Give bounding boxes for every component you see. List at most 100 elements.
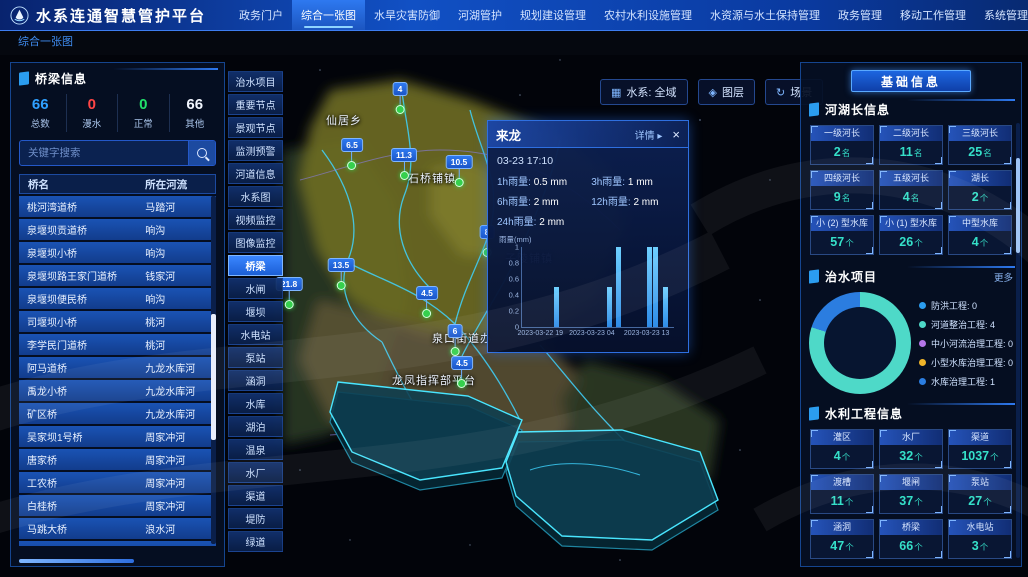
map-marker[interactable]: 10.5 — [446, 155, 473, 187]
card-label: 二级河长 — [880, 126, 942, 141]
layer-menu-item[interactable]: 图像监控 — [228, 232, 283, 253]
facilities-header: 水利工程信息 — [801, 398, 1021, 427]
table-scrollbar-thumb[interactable] — [211, 314, 216, 439]
layer-menu-item[interactable]: 绿道 — [228, 531, 283, 552]
legend-item: 中小河流治理工程: 0 — [919, 337, 1013, 350]
map-toolbar-button[interactable]: ▦水系: 全域 — [600, 79, 688, 105]
marker-pin-icon — [422, 309, 431, 318]
map-marker[interactable]: 13.5 — [328, 258, 355, 290]
metric-value: 1 mm — [628, 177, 653, 188]
layer-menu-item[interactable]: 涵洞 — [228, 370, 283, 391]
card-value: 4个 — [949, 231, 1011, 254]
map-marker[interactable]: 4.5 — [416, 286, 438, 318]
nav-item[interactable]: 水资源与水土保持管理 — [701, 0, 829, 30]
chart-x-tick: 2023-03-23 13 — [624, 330, 670, 337]
bridge-table-row[interactable]: 白桂桥周家冲河 — [19, 495, 216, 516]
bridge-table-row[interactable]: 禹龙小桥九龙水库河 — [19, 380, 216, 401]
search-button[interactable] — [188, 141, 215, 165]
bridge-table-row[interactable]: 矿区桥九龙水库河 — [19, 403, 216, 424]
layer-menu-item[interactable]: 渠道 — [228, 485, 283, 506]
popup-detail-link[interactable]: 详情 ▸ — [635, 127, 663, 142]
panel-scrollbar-thumb[interactable] — [1016, 158, 1020, 254]
layer-menu-item[interactable]: 水电站 — [228, 324, 283, 345]
main-menu: 政务门户综合一张图水旱灾害防御河湖管护规划建设管理农村水利设施管理水资源与水土保… — [230, 0, 1028, 30]
bridge-table-row[interactable]: 泉堰坝路王家门道桥钱家河 — [19, 265, 216, 286]
bridge-table-row[interactable]: 国家电网周金门7号桥浪水河 — [19, 541, 216, 546]
nav-item[interactable]: 规划建设管理 — [511, 0, 595, 30]
map-marker[interactable]: 4 — [393, 82, 408, 114]
rainfall-metric: 6h雨量: 2 mm — [497, 193, 589, 208]
bridge-table-row[interactable]: 李学民门道桥桃河 — [19, 334, 216, 355]
panel-scrollbar[interactable] — [1016, 123, 1020, 558]
nav-item[interactable]: 政务管理 — [829, 0, 891, 30]
bridge-table-row[interactable]: 桃河湾道桥马踏河 — [19, 196, 216, 217]
metric-label: 3h雨量: — [591, 177, 628, 188]
layer-menu-item[interactable]: 重要节点 — [228, 94, 283, 115]
projects-more-link[interactable]: 更多 — [994, 270, 1013, 284]
layer-menu-item[interactable]: 堰坝 — [228, 301, 283, 322]
bridge-table-row[interactable]: 泉堰坝小桥响沟 — [19, 242, 216, 263]
metric-value: 0.5 mm — [534, 177, 567, 188]
marker-stem — [403, 162, 404, 171]
layer-menu-item[interactable]: 治水项目 — [228, 71, 283, 92]
bridge-table-row[interactable]: 马跳大桥浪水河 — [19, 518, 216, 539]
table-horizontal-scrollbar[interactable] — [19, 559, 134, 563]
layer-menu-item[interactable]: 河道信息 — [228, 163, 283, 184]
marker-value-badge: 4.5 — [416, 286, 438, 300]
search-input[interactable] — [20, 141, 188, 165]
nav-item[interactable]: 水旱灾害防御 — [365, 0, 449, 30]
layer-menu-item[interactable]: 水库 — [228, 393, 283, 414]
layer-menu-item[interactable]: 视频监控 — [228, 209, 283, 230]
marker-value-badge: 11.3 — [391, 148, 417, 162]
bridge-table-row[interactable]: 唐家桥周家冲河 — [19, 449, 216, 470]
top-nav: 水系连通智慧管护平台 政务门户综合一张图水旱灾害防御河湖管护规划建设管理农村水利… — [0, 0, 1028, 31]
metric-label: 1h雨量: — [497, 177, 534, 188]
map-marker[interactable]: 11.3 — [391, 148, 417, 180]
map-marker[interactable]: 6.5 — [341, 138, 363, 170]
table-scrollbar[interactable] — [211, 196, 216, 544]
map-toolbar-button[interactable]: ◈图层 — [698, 79, 755, 105]
chart-x-tick: 2023-03-23 04 — [569, 330, 615, 337]
facility-card: 灌区4个 — [810, 429, 874, 469]
bridge-table-row[interactable]: 司堰坝小桥桃河 — [19, 311, 216, 332]
layer-menu-item[interactable]: 监测预警 — [228, 140, 283, 161]
nav-item[interactable]: 综合一张图 — [292, 0, 365, 30]
bridge-table-row[interactable]: 阿马道桥九龙水库河 — [19, 357, 216, 378]
bridge-table-row[interactable]: 工农桥周家冲河 — [19, 472, 216, 493]
layer-menu-item[interactable]: 桥梁 — [228, 255, 283, 276]
card-unit: 个 — [845, 542, 854, 552]
stat-label: 漫水 — [67, 116, 118, 130]
legend-dot — [919, 340, 926, 347]
layer-menu-item[interactable]: 堤防 — [228, 508, 283, 529]
river-name-cell: 浪水河 — [139, 544, 216, 546]
bridge-table-row[interactable]: 吴家坝1号桥周家冲河 — [19, 426, 216, 447]
bridge-table-row[interactable]: 泉堰坝便民桥响沟 — [19, 288, 216, 309]
layer-menu-item[interactable]: 水厂 — [228, 462, 283, 483]
layer-menu-item[interactable]: 泵站 — [228, 347, 283, 368]
nav-item[interactable]: 政务门户 — [230, 0, 292, 30]
facility-card: 渡槽11个 — [810, 474, 874, 514]
layer-menu-item[interactable]: 湖泊 — [228, 416, 283, 437]
card-value: 1037个 — [949, 445, 1011, 468]
close-icon[interactable]: × — [672, 128, 680, 141]
river-name-cell: 周家冲河 — [139, 429, 216, 444]
basic-info-tab[interactable]: 基础信息 — [851, 70, 971, 92]
layer-menu-item[interactable]: 水闸 — [228, 278, 283, 299]
map-marker[interactable]: 4.5 — [451, 356, 473, 388]
bridge-table-row[interactable]: 泉堰坝贡道桥响沟 — [19, 219, 216, 240]
map-marker[interactable]: 6 — [448, 324, 463, 356]
bridge-name-cell: 马跳大桥 — [19, 521, 139, 536]
river-name-cell: 九龙水库河 — [139, 406, 216, 421]
nav-item[interactable]: 系统管理 — [975, 0, 1028, 30]
layer-menu-item[interactable]: 温泉 — [228, 439, 283, 460]
nav-item[interactable]: 河湖管护 — [449, 0, 511, 30]
bridge-name-cell: 白桂桥 — [19, 498, 139, 513]
layer-menu-item[interactable]: 景观节点 — [228, 117, 283, 138]
chief-card: 五级河长4名 — [879, 170, 943, 210]
nav-item[interactable]: 农村水利设施管理 — [595, 0, 701, 30]
nav-item[interactable]: 移动工作管理 — [891, 0, 975, 30]
popup-title: 来龙 — [496, 125, 635, 144]
card-unit: 个 — [983, 497, 992, 507]
layer-menu-item[interactable]: 水系图 — [228, 186, 283, 207]
card-unit: 个 — [914, 542, 923, 552]
